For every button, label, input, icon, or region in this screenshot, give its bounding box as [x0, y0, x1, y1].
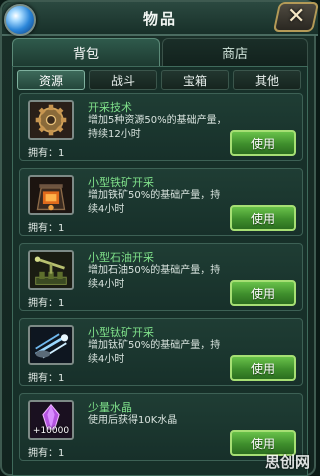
item-name: 开采技术	[88, 101, 132, 114]
item-description: 增加钛矿50%的基础产量，持续4小时	[88, 340, 221, 365]
use-button[interactable]: 使用	[230, 280, 296, 306]
item-description: 增加5种资源50%的基础产量，持续12小时	[88, 115, 227, 140]
item-name: 小型铁矿开采	[88, 176, 154, 189]
list-item: 拥有：1 开采技术 增加5种资源50%的基础产量，持续12小时 使用	[19, 93, 303, 161]
category-tabs: 资源 战斗 宝箱 其他	[17, 70, 303, 90]
iron-mine-icon	[28, 175, 74, 215]
use-button[interactable]: 使用	[230, 130, 296, 156]
list-item: 拥有：1 小型钛矿开采 增加钛矿50%的基础产量，持续4小时 使用	[19, 318, 303, 386]
tab-resources[interactable]: 资源	[17, 70, 85, 90]
title-bar: 物品 ✕	[2, 2, 320, 36]
owned-count: 拥有：1	[28, 298, 65, 309]
item-description: 使用后获得10K水晶	[88, 415, 178, 426]
owned-count: 拥有：1	[28, 223, 65, 234]
content-panel: 资源 战斗 宝箱 其他 拥有：1 开采技术 增加5种资源50%的基础产量，持续1…	[12, 66, 308, 476]
tab-shop[interactable]: 商店	[162, 38, 308, 66]
gear-icon	[28, 100, 74, 140]
item-name: 少量水晶	[88, 401, 132, 414]
tab-backpack[interactable]: 背包	[12, 38, 160, 66]
tab-other[interactable]: 其他	[233, 70, 301, 90]
list-item: 拥有：1 小型铁矿开采 增加铁矿50%的基础产量，持续4小时 使用	[19, 168, 303, 236]
item-name: 小型钛矿开采	[88, 326, 154, 339]
crystal-amount-label: +10000	[32, 426, 70, 436]
crystal-icon: +10000	[28, 400, 74, 440]
item-description: 增加石油50%的基础产量，持续4小时	[88, 265, 221, 290]
item-name: 小型石油开采	[88, 251, 154, 264]
use-button[interactable]: 使用	[230, 205, 296, 231]
tab-battle[interactable]: 战斗	[89, 70, 157, 90]
close-button[interactable]: ✕	[272, 2, 320, 32]
list-item: +10000 拥有：1 少量水晶 使用后获得10K水晶 使用	[19, 393, 303, 461]
close-icon: ✕	[286, 4, 306, 29]
titanium-icon	[28, 325, 74, 365]
tab-chests[interactable]: 宝箱	[161, 70, 229, 90]
owned-count: 拥有：1	[28, 148, 65, 159]
owned-count: 拥有：1	[28, 373, 65, 384]
list-item: 拥有：1 小型石油开采 增加石油50%的基础产量，持续4小时 使用	[19, 243, 303, 311]
owned-count: 拥有：1	[28, 448, 65, 459]
oil-pump-icon	[28, 250, 74, 290]
watermark: 思创网	[264, 453, 310, 471]
items-window: 物品 ✕ 背包 商店 资源 战斗 宝箱 其他 拥有：1 开采技术 增加5种资源5…	[0, 0, 320, 476]
main-tabs: 背包 商店	[12, 38, 308, 66]
use-button[interactable]: 使用	[230, 355, 296, 381]
window-title: 物品	[142, 10, 177, 28]
item-description: 增加铁矿50%的基础产量，持续4小时	[88, 190, 221, 215]
